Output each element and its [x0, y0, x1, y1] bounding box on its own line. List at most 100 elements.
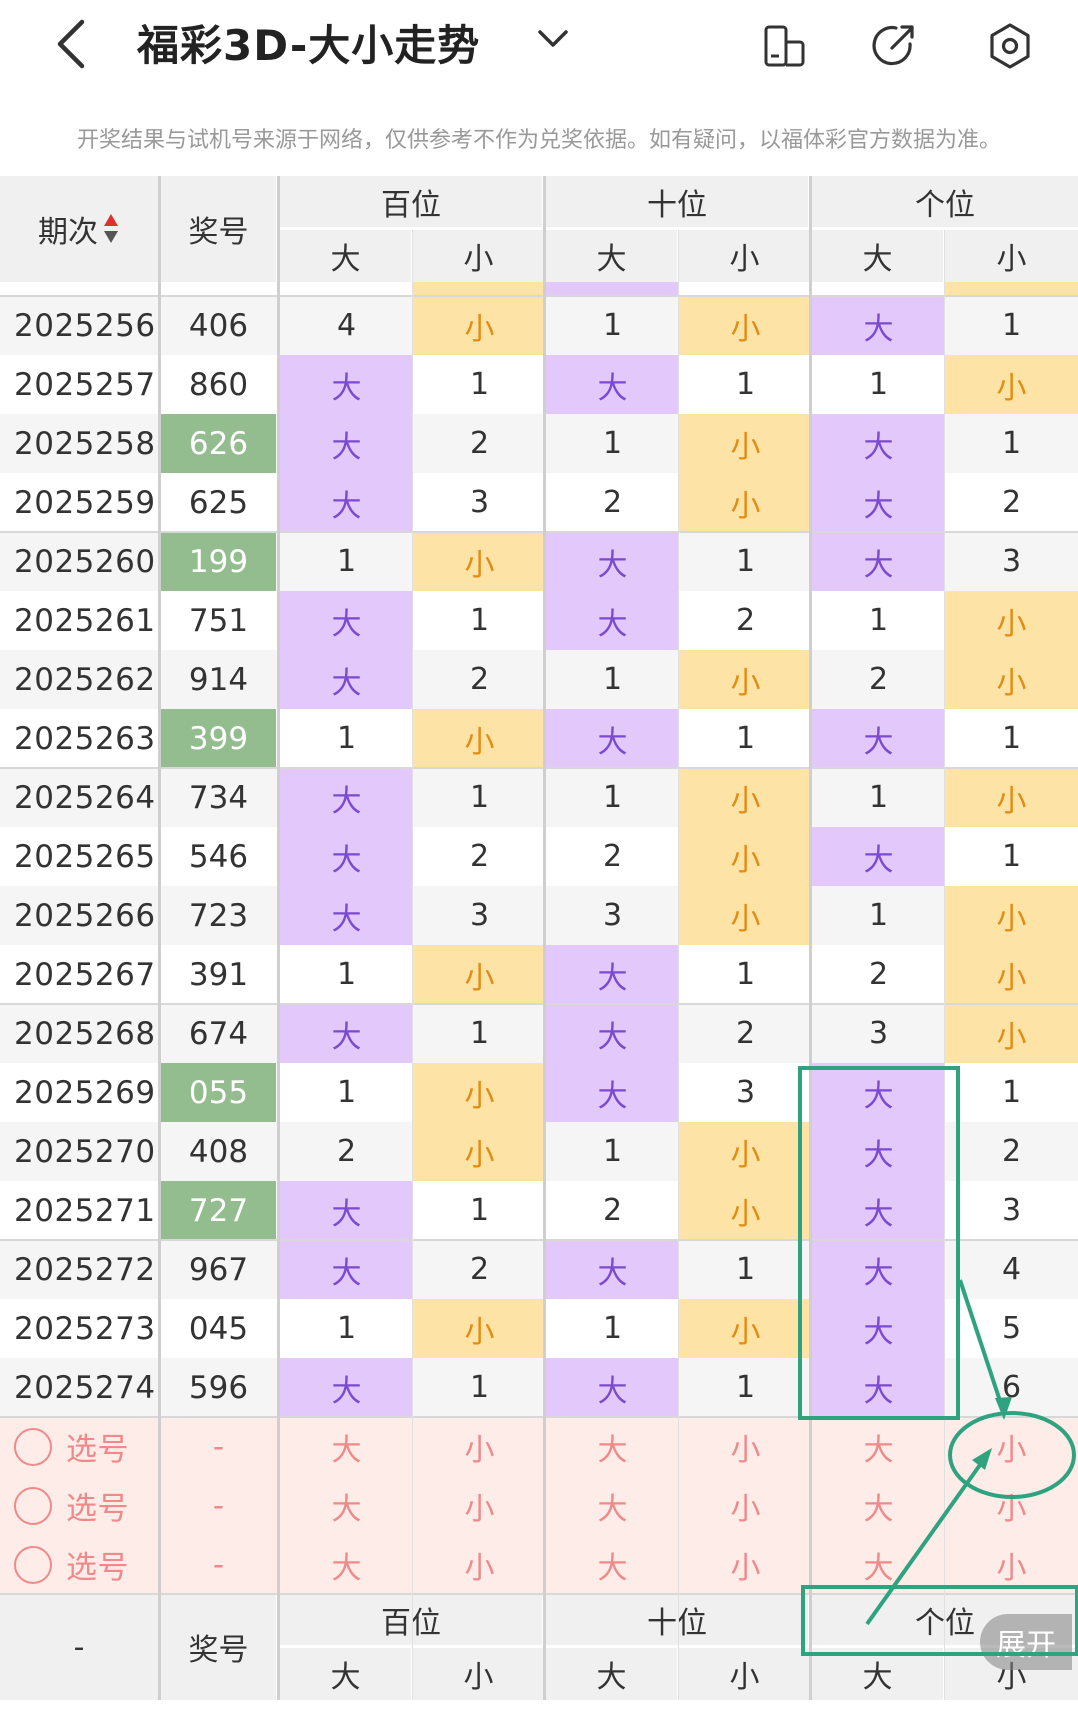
disclaimer-notice: 开奖结果与试机号来源于网络，仅供参考不作为兑奖依据。如有疑问，以福体彩官方数据为…: [76, 128, 1001, 153]
footer-subheader: 小: [413, 1648, 544, 1700]
partial-cell: [812, 282, 945, 296]
trend-cell: 1: [336, 544, 357, 579]
period-header[interactable]: 期次: [0, 176, 158, 282]
pick-number-cell: -: [212, 1428, 225, 1465]
pick-option-cell[interactable]: 小: [945, 1417, 1078, 1476]
trend-cell: 1: [868, 898, 889, 933]
page-title[interactable]: 福彩3D-大小走势: [137, 12, 480, 73]
pick-option-cell[interactable]: 大: [546, 1417, 679, 1476]
trend-cell: 3: [469, 898, 490, 933]
trend-cell: 大: [280, 650, 413, 709]
column-divider: [158, 176, 161, 1700]
pick-select-button[interactable]: 选号: [0, 1535, 158, 1594]
trend-cell: 大: [546, 1240, 679, 1299]
trend-cell: 3: [868, 1016, 889, 1051]
radio-circle-icon[interactable]: [14, 1545, 52, 1584]
partial-cell: [945, 282, 1078, 296]
table-row: 2025265 546 大 2 2 小大 1: [0, 827, 1078, 886]
radio-circle-icon[interactable]: [14, 1486, 52, 1525]
trend-cell: 大: [280, 886, 413, 945]
trend-cell: 小: [945, 355, 1078, 414]
chevron-down-icon[interactable]: [536, 26, 570, 52]
subcolumn-divider: [944, 230, 945, 1700]
trend-cell: 1: [469, 1016, 490, 1051]
pick-option-cell[interactable]: 大: [280, 1417, 413, 1476]
footer-group-hundreds: 百位: [280, 1594, 542, 1645]
subheader-units-small: 小: [945, 230, 1078, 282]
trend-cell: 小: [413, 296, 546, 355]
trend-cell: 大: [546, 945, 679, 1004]
sort-icon[interactable]: [102, 212, 120, 246]
trend-cell: 大: [280, 591, 413, 650]
trend-cell: 1: [735, 721, 756, 756]
trend-cell: 小: [679, 473, 812, 532]
trend-cell: 大: [280, 1181, 413, 1240]
trend-cell: 2: [602, 839, 623, 874]
number-cell: 408: [188, 1133, 249, 1170]
radio-circle-icon[interactable]: [14, 1427, 52, 1466]
trend-cell: 小: [413, 1063, 546, 1122]
trend-cell: 大: [280, 414, 413, 473]
pick-select-button[interactable]: 选号: [0, 1476, 158, 1535]
subcolumn-divider: [678, 230, 679, 1700]
column-divider: [277, 176, 280, 1700]
table-row: 2025263 399 1 小大 1 大 1: [0, 709, 1078, 768]
trend-cell: 大: [812, 414, 945, 473]
group-header-tens: 十位: [546, 176, 808, 227]
trend-cell: 小: [945, 1004, 1078, 1063]
period-cell: 2025265: [14, 838, 156, 875]
trend-cell: 大: [812, 532, 945, 591]
settings-gear-icon[interactable]: [986, 22, 1034, 70]
pick-select-button[interactable]: 选号: [0, 1417, 158, 1476]
row-divider: [0, 531, 1078, 533]
trend-cell: 2: [868, 662, 889, 697]
expand-button[interactable]: 展开: [980, 1614, 1072, 1670]
trend-cell: 小: [945, 945, 1078, 1004]
partial-cell: [413, 282, 546, 296]
table-row: 2025274 596 大 1 大 1 大 6: [0, 1358, 1078, 1417]
trend-cell: 1: [868, 603, 889, 638]
pick-option-cell[interactable]: 大: [280, 1535, 413, 1594]
trend-cell: 1: [868, 780, 889, 815]
pick-option-cell[interactable]: 小: [679, 1535, 812, 1594]
trend-cell: 小: [679, 650, 812, 709]
pick-option-cell[interactable]: 小: [413, 1535, 546, 1594]
pick-option-cell[interactable]: 小: [679, 1417, 812, 1476]
period-cell: 2025268: [14, 1015, 156, 1052]
trend-cell: 2: [602, 485, 623, 520]
trend-cell: 1: [1001, 1075, 1022, 1110]
trend-cell: 2: [602, 1193, 623, 1228]
table-row: 2025259 625 大 3 2 小大 2: [0, 473, 1078, 532]
pick-option-cell[interactable]: 大: [546, 1535, 679, 1594]
share-icon[interactable]: [870, 22, 918, 70]
pick-option-cell[interactable]: 大: [280, 1476, 413, 1535]
number-cell: 723: [188, 897, 249, 934]
pick-option-cell[interactable]: 小: [413, 1476, 546, 1535]
partial-cell: [280, 282, 413, 296]
back-arrow-icon[interactable]: [52, 18, 92, 70]
period-cell: 2025264: [14, 779, 156, 816]
pick-option-cell[interactable]: 小: [945, 1476, 1078, 1535]
row-divider: [0, 1239, 1078, 1241]
trend-cell: 小: [945, 768, 1078, 827]
trend-cell: 6: [1001, 1370, 1022, 1405]
trend-cell: 大: [812, 1358, 945, 1417]
pick-option-cell[interactable]: 小: [413, 1417, 546, 1476]
layout-switch-icon[interactable]: [760, 22, 808, 70]
row-divider: [0, 1593, 1078, 1595]
pick-option-cell[interactable]: 小: [945, 1535, 1078, 1594]
trend-cell: 3: [469, 485, 490, 520]
pick-option-cell[interactable]: 大: [546, 1476, 679, 1535]
period-cell: 2025259: [14, 484, 156, 521]
table-row: 2025269 055 1 小大 3 大 1: [0, 1063, 1078, 1122]
trend-cell: 大: [546, 1358, 679, 1417]
pick-option-cell[interactable]: 大: [812, 1417, 945, 1476]
trend-cell: 小: [679, 1181, 812, 1240]
trend-cell: 3: [602, 898, 623, 933]
subheader-tens-small: 小: [679, 230, 810, 282]
row-divider: [0, 1003, 1078, 1005]
pick-option-cell[interactable]: 大: [812, 1476, 945, 1535]
pick-option-cell[interactable]: 大: [812, 1535, 945, 1594]
pick-option-cell[interactable]: 小: [679, 1476, 812, 1535]
number-cell: 860: [188, 366, 249, 403]
